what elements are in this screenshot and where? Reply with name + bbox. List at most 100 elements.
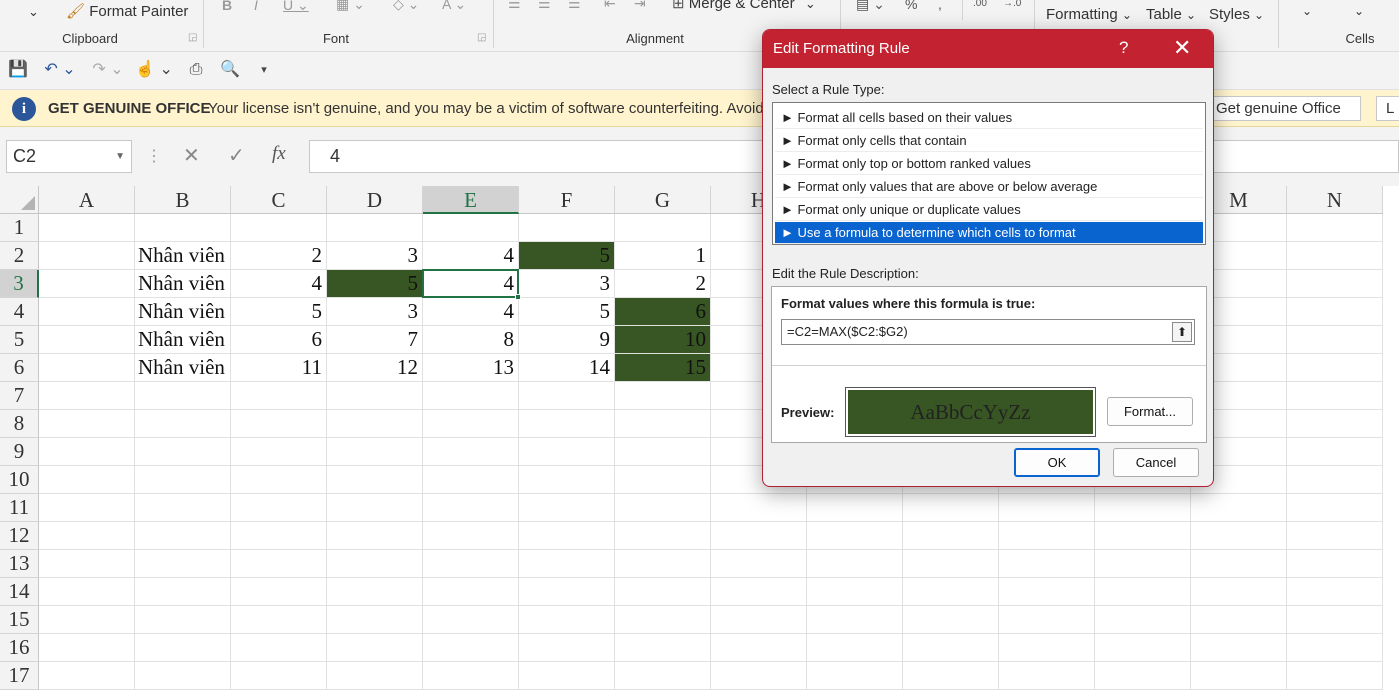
cell-e9[interactable] bbox=[423, 438, 519, 466]
redo-icon[interactable]: ↷ ⌄ bbox=[88, 58, 128, 82]
save-icon[interactable]: 💾 bbox=[6, 58, 30, 82]
cell-m12[interactable] bbox=[1191, 522, 1287, 550]
cell-a11[interactable] bbox=[39, 494, 135, 522]
dialog-launcher-icon[interactable]: ◲ bbox=[477, 32, 486, 43]
ok-button[interactable]: OK bbox=[1014, 448, 1100, 477]
cell-a4[interactable] bbox=[39, 298, 135, 326]
cell-c12[interactable] bbox=[231, 522, 327, 550]
cell-d17[interactable] bbox=[327, 662, 423, 690]
cell-l13[interactable] bbox=[1095, 550, 1191, 578]
cell-c10[interactable] bbox=[231, 466, 327, 494]
align-center-icon[interactable]: ☰ bbox=[538, 0, 551, 12]
drag-handle-icon[interactable]: ⋮ bbox=[146, 146, 162, 166]
chevron-down-icon[interactable]: ⌄ bbox=[28, 4, 39, 20]
cell-b15[interactable] bbox=[135, 606, 231, 634]
format-painter-button[interactable]: 🖌 Format Painter bbox=[66, 2, 188, 20]
cell-a12[interactable] bbox=[39, 522, 135, 550]
touch-mode-icon[interactable]: ☝ ⌄ bbox=[134, 58, 174, 82]
cell-f10[interactable] bbox=[519, 466, 615, 494]
cell-b7[interactable] bbox=[135, 382, 231, 410]
cell-g11[interactable] bbox=[615, 494, 711, 522]
cell-e8[interactable] bbox=[423, 410, 519, 438]
cell-j12[interactable] bbox=[903, 522, 999, 550]
cell-c11[interactable] bbox=[231, 494, 327, 522]
cell-k16[interactable] bbox=[999, 634, 1095, 662]
cell-l14[interactable] bbox=[1095, 578, 1191, 606]
cell-f16[interactable] bbox=[519, 634, 615, 662]
cell-e12[interactable] bbox=[423, 522, 519, 550]
rule-type-item[interactable]: ► Format only top or bottom ranked value… bbox=[775, 153, 1203, 175]
row-header-2[interactable]: 2 bbox=[0, 242, 39, 270]
cell-g8[interactable] bbox=[615, 410, 711, 438]
cell-b11[interactable] bbox=[135, 494, 231, 522]
print-preview-icon[interactable]: 🔍 bbox=[218, 58, 242, 82]
cell-b16[interactable] bbox=[135, 634, 231, 662]
rule-type-item[interactable]: ► Format only cells that contain bbox=[775, 130, 1203, 152]
merge-center-button[interactable]: ⊞ Merge & Center ⌄ bbox=[672, 0, 816, 12]
font-color-icon[interactable]: A ⌄ bbox=[442, 0, 466, 13]
row-header-17[interactable]: 17 bbox=[0, 662, 39, 690]
cell-d5[interactable]: 7 bbox=[327, 326, 423, 354]
cell-n6[interactable] bbox=[1287, 354, 1383, 382]
cell-d15[interactable] bbox=[327, 606, 423, 634]
cell-f6[interactable]: 14 bbox=[519, 354, 615, 382]
insert-function-icon[interactable]: fx bbox=[272, 143, 286, 165]
cell-b12[interactable] bbox=[135, 522, 231, 550]
cell-n1[interactable] bbox=[1287, 214, 1383, 242]
cell-e17[interactable] bbox=[423, 662, 519, 690]
cell-d12[interactable] bbox=[327, 522, 423, 550]
cell-c5[interactable]: 6 bbox=[231, 326, 327, 354]
cell-i11[interactable] bbox=[807, 494, 903, 522]
cell-n11[interactable] bbox=[1287, 494, 1383, 522]
cell-i15[interactable] bbox=[807, 606, 903, 634]
rule-type-item[interactable]: ► Use a formula to determine which cells… bbox=[775, 222, 1203, 244]
cell-f13[interactable] bbox=[519, 550, 615, 578]
cell-n16[interactable] bbox=[1287, 634, 1383, 662]
cell-b2[interactable]: Nhân viên bbox=[135, 242, 231, 270]
cell-h14[interactable] bbox=[711, 578, 807, 606]
row-header-1[interactable]: 1 bbox=[0, 214, 39, 242]
cell-c14[interactable] bbox=[231, 578, 327, 606]
cell-n17[interactable] bbox=[1287, 662, 1383, 690]
borders-icon[interactable]: ▦ ⌄ bbox=[336, 0, 365, 13]
customize-toolbar-icon[interactable]: ▾ bbox=[254, 58, 274, 82]
cell-d8[interactable] bbox=[327, 410, 423, 438]
cell-n4[interactable] bbox=[1287, 298, 1383, 326]
cell-d1[interactable] bbox=[327, 214, 423, 242]
cell-b17[interactable] bbox=[135, 662, 231, 690]
cell-b3[interactable]: Nhân viên bbox=[135, 270, 231, 298]
cell-e16[interactable] bbox=[423, 634, 519, 662]
cell-n5[interactable] bbox=[1287, 326, 1383, 354]
cell-g4[interactable]: 6 bbox=[615, 298, 711, 326]
cell-l11[interactable] bbox=[1095, 494, 1191, 522]
column-header-a[interactable]: A bbox=[39, 186, 135, 214]
cell-k14[interactable] bbox=[999, 578, 1095, 606]
decrease-indent-icon[interactable]: ⇤ bbox=[604, 0, 616, 12]
cell-g16[interactable] bbox=[615, 634, 711, 662]
rule-type-list[interactable]: ► Format all cells based on their values… bbox=[772, 102, 1206, 245]
cell-j14[interactable] bbox=[903, 578, 999, 606]
row-header-12[interactable]: 12 bbox=[0, 522, 39, 550]
column-header-f[interactable]: F bbox=[519, 186, 615, 214]
cell-k12[interactable] bbox=[999, 522, 1095, 550]
cell-d7[interactable] bbox=[327, 382, 423, 410]
cell-h17[interactable] bbox=[711, 662, 807, 690]
row-header-7[interactable]: 7 bbox=[0, 382, 39, 410]
number-format-icon[interactable]: ▤ ⌄ bbox=[856, 0, 885, 13]
cell-f2[interactable]: 5 bbox=[519, 242, 615, 270]
cell-j11[interactable] bbox=[903, 494, 999, 522]
cell-j15[interactable] bbox=[903, 606, 999, 634]
increase-indent-icon[interactable]: ⇥ bbox=[634, 0, 646, 12]
column-header-n[interactable]: N bbox=[1287, 186, 1383, 214]
cell-c15[interactable] bbox=[231, 606, 327, 634]
cell-a7[interactable] bbox=[39, 382, 135, 410]
cell-d11[interactable] bbox=[327, 494, 423, 522]
cell-i17[interactable] bbox=[807, 662, 903, 690]
cell-e7[interactable] bbox=[423, 382, 519, 410]
cell-a8[interactable] bbox=[39, 410, 135, 438]
cell-a1[interactable] bbox=[39, 214, 135, 242]
cell-c4[interactable]: 5 bbox=[231, 298, 327, 326]
cell-a10[interactable] bbox=[39, 466, 135, 494]
cell-k15[interactable] bbox=[999, 606, 1095, 634]
cell-g17[interactable] bbox=[615, 662, 711, 690]
